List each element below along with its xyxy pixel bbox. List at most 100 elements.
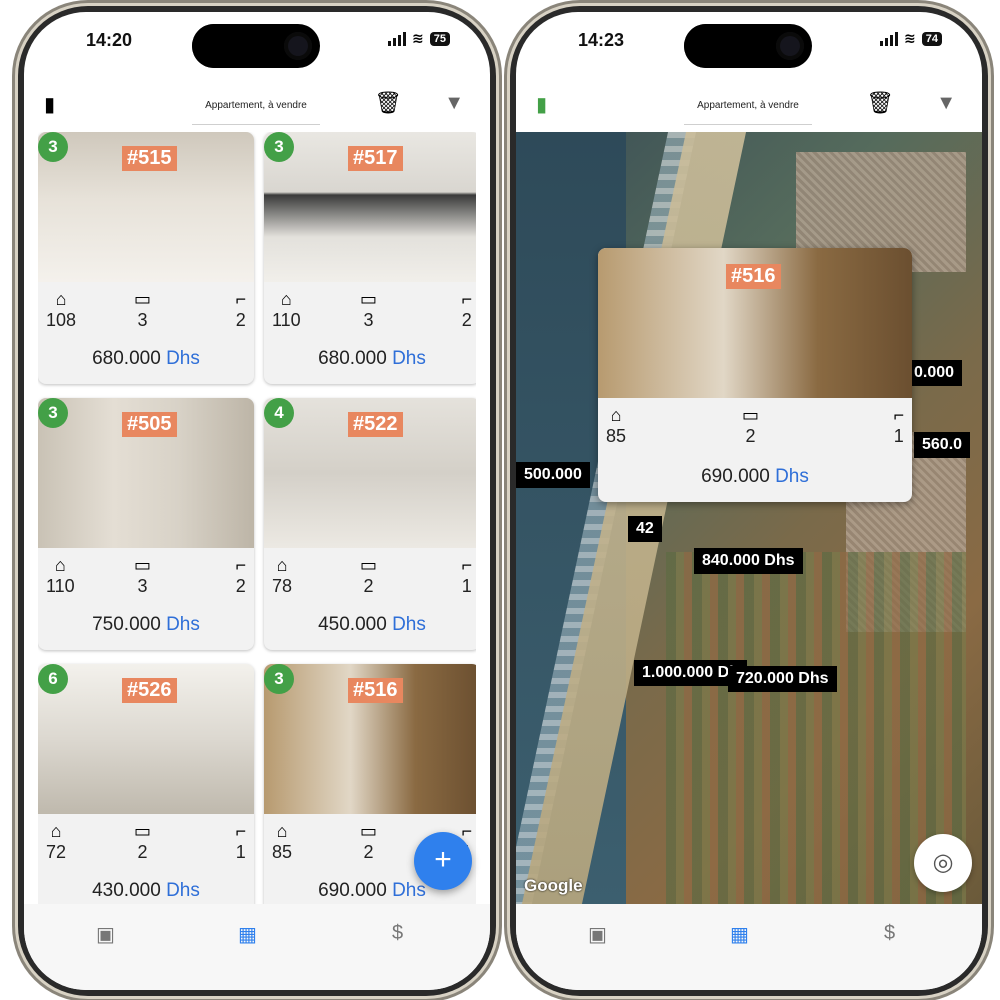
camera-icon (284, 32, 312, 60)
shower-icon: ⌐ (893, 405, 904, 425)
map-price-marker[interactable]: 0.000 (906, 360, 963, 386)
area-value: 108 (46, 310, 77, 330)
trash-icon[interactable]: 🗑 (374, 90, 402, 116)
bed-icon: ▭ (134, 555, 152, 575)
photo-count-badge: 4 (264, 398, 294, 428)
listing-card[interactable]: 3 #515 ⌂ 108 ▭ 3 ⌐ 2 680.000 Dhs (38, 132, 254, 384)
house-icon: ⌂ (50, 821, 62, 841)
bed-icon: ▭ (360, 555, 378, 575)
house-icon: ⌂ (276, 821, 288, 841)
crosshair-icon: ◎ (932, 849, 954, 876)
locate-me-button[interactable]: ◎ (914, 834, 972, 892)
bed-icon: ▭ (742, 405, 760, 425)
listing-ref-tag: #522 (348, 412, 403, 437)
listing-popup-card[interactable]: #516 ⌂ 85 ▭ 2 ⌐ 1 690.000 Dhs (598, 248, 912, 502)
bed-icon: ▭ (360, 821, 378, 841)
bed-icon: ▭ (134, 289, 152, 309)
status-icons: ≋ 74 (880, 30, 942, 47)
house-icon: ⌂ (610, 405, 622, 425)
listing-price: 430.000 Dhs (92, 880, 200, 901)
listing-price: 680.000 Dhs (92, 348, 200, 369)
screen-list-view: 14:20 ≋ 75 ▮ Appartement, à vendre 🗑 ▼ 3… (24, 12, 490, 990)
map-price-marker[interactable]: 500.000 (516, 462, 590, 488)
photo-count-badge: 3 (264, 664, 294, 694)
camera-icon (776, 32, 804, 60)
signal-icon (388, 31, 407, 46)
listing-ref-tag: #516 (726, 264, 781, 289)
dollar-icon[interactable]: $ (884, 922, 895, 945)
rooms-value: 3 (363, 310, 374, 330)
search-filter-title[interactable]: Appartement, à vendre (684, 100, 812, 111)
map-toggle-icon[interactable]: ▮ (536, 92, 547, 117)
baths-value: 2 (235, 310, 246, 330)
dynamic-island (684, 24, 812, 68)
listing-price: 690.000 Dhs (701, 466, 809, 487)
baths-value: 2 (235, 576, 246, 596)
house-icon: ⌂ (54, 555, 66, 575)
rooms-value: 3 (137, 310, 148, 330)
google-logo: Google (524, 876, 583, 895)
photo-count-badge: 3 (38, 398, 68, 428)
listing-card[interactable]: 4 #522 ⌂ 78 ▭ 2 ⌐ 1 450.000 Dhs (264, 398, 476, 650)
listing-card[interactable]: 6 #526 ⌂ 72 ▭ 2 ⌐ 1 430.000 Dhs (38, 664, 254, 904)
store-icon[interactable]: ▣ (96, 922, 115, 947)
bottom-nav: ▣ ▦ $ (516, 904, 982, 990)
house-icon: ⌂ (280, 289, 292, 309)
rooms-value: 2 (137, 842, 148, 862)
listing-ref-tag: #505 (122, 412, 177, 437)
photo-count-badge: 3 (264, 132, 294, 162)
listing-stats: ⌂ 72 ▭ 2 ⌐ 1 (46, 820, 246, 866)
bed-icon: ▭ (360, 289, 378, 309)
listing-card[interactable]: 3 #505 ⌂ 110 ▭ 3 ⌐ 2 750.000 Dhs (38, 398, 254, 650)
baths-value: 1 (235, 842, 246, 862)
signal-icon (880, 31, 899, 46)
map-price-marker[interactable]: 840.000 Dhs (694, 548, 803, 574)
screen-map-view: 14:23 ≋ 74 ▮ Appartement, à vendre 🗑 ▼ 5… (516, 12, 982, 990)
listing-ref-tag: #515 (122, 146, 177, 171)
shower-icon: ⌐ (235, 821, 246, 841)
listing-card[interactable]: 3 #517 ⌂ 110 ▭ 3 ⌐ 2 680.000 Dhs (264, 132, 476, 384)
wifi-icon: ≋ (412, 30, 424, 46)
dynamic-island (192, 24, 320, 68)
rooms-value: 2 (745, 426, 756, 446)
shower-icon: ⌐ (461, 555, 472, 575)
bottom-nav: ▣ ▦ $ (24, 904, 490, 990)
phone-left: 14:20 ≋ 75 ▮ Appartement, à vendre 🗑 ▼ 3… (18, 6, 496, 996)
listing-price: 450.000 Dhs (318, 614, 426, 635)
search-filter-title[interactable]: Appartement, à vendre (192, 100, 320, 111)
wifi-icon: ≋ (904, 30, 916, 46)
satellite-map[interactable]: 500.000 0.000 560.0 42 840.000 Dhs 1.000… (516, 132, 982, 904)
rooms-value: 3 (137, 576, 148, 596)
baths-value: 1 (461, 576, 472, 596)
trash-icon[interactable]: 🗑 (866, 90, 894, 116)
house-icon: ⌂ (55, 289, 67, 309)
status-time: 14:23 (578, 30, 625, 50)
shower-icon: ⌐ (461, 289, 472, 309)
listing-stats: ⌂ 78 ▭ 2 ⌐ 1 (272, 554, 472, 600)
battery-icon: 75 (429, 31, 450, 46)
area-value: 78 (272, 576, 293, 596)
filter-icon[interactable]: ▼ (444, 92, 464, 115)
building-icon[interactable]: ▦ (238, 922, 257, 947)
listing-price: 750.000 Dhs (92, 614, 200, 635)
listing-ref-tag: #517 (348, 146, 403, 171)
building-icon[interactable]: ▦ (730, 922, 749, 947)
store-icon[interactable]: ▣ (588, 922, 607, 947)
listing-ref-tag: #526 (122, 678, 177, 703)
rooms-value: 2 (363, 576, 374, 596)
add-listing-button[interactable]: + (414, 832, 472, 890)
listing-stats: ⌂ 110 ▭ 3 ⌐ 2 (272, 288, 472, 334)
listing-price: 680.000 Dhs (318, 348, 426, 369)
status-time: 14:20 (86, 30, 133, 50)
app-bar: ▮ Appartement, à vendre 🗑 ▼ (516, 78, 982, 132)
dollar-icon[interactable]: $ (392, 922, 403, 945)
photo-count-badge: 3 (38, 132, 68, 162)
map-price-marker[interactable]: 42 (628, 516, 662, 542)
map-price-marker[interactable]: 720.000 Dhs (728, 666, 837, 692)
shower-icon: ⌐ (235, 555, 246, 575)
map-price-marker[interactable]: 560.0 (914, 432, 971, 458)
filter-icon[interactable]: ▼ (936, 92, 956, 115)
app-bar: ▮ Appartement, à vendre 🗑 ▼ (24, 78, 490, 132)
map-toggle-icon[interactable]: ▮ (44, 92, 55, 117)
listing-stats: ⌂85 ▭2 ⌐1 (606, 404, 904, 450)
